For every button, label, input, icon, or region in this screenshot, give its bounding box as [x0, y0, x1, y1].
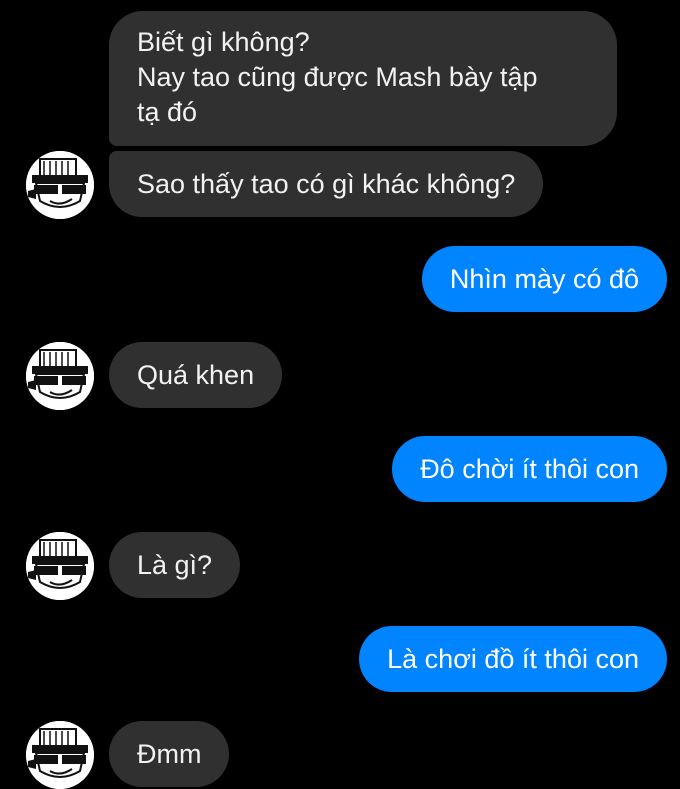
avatar-drawing [26, 342, 94, 410]
message-text-line: Nay tao cũng được Mash bày tập [137, 62, 538, 92]
outgoing-message-bubble[interactable]: Nhìn mày có đô [421, 246, 667, 312]
incoming-message-bubble[interactable]: Quá khen [109, 342, 283, 408]
message-text: Đô chời ít thôi con [420, 454, 639, 484]
message-text: Sao thấy tao có gì khác không? [137, 169, 516, 199]
contact-avatar-icon[interactable] [26, 342, 94, 410]
avatar-drawing [26, 721, 94, 789]
contact-avatar-icon[interactable] [26, 151, 94, 219]
message-text: Quá khen [137, 360, 255, 390]
incoming-message-bubble[interactable]: Là gì? [109, 532, 241, 598]
message-text-line: Biết gì không? [137, 27, 310, 57]
message-thread: Biết gì không? Nay tao cũng được Mash bà… [0, 0, 680, 789]
contact-avatar-icon[interactable] [26, 532, 94, 600]
message-text: Nhìn mày có đô [449, 264, 639, 294]
incoming-message-bubble[interactable]: Đmm [109, 721, 230, 787]
message-text: Là gì? [137, 550, 213, 580]
avatar-drawing [26, 151, 94, 219]
outgoing-message-bubble[interactable]: Là chơi đồ ít thôi con [359, 626, 667, 692]
incoming-message-bubble[interactable]: Sao thấy tao có gì khác không? [109, 151, 544, 217]
incoming-message-bubble[interactable]: Biết gì không? Nay tao cũng được Mash bà… [109, 11, 617, 146]
avatar-drawing [26, 532, 94, 600]
outgoing-message-bubble[interactable]: Đô chời ít thôi con [392, 436, 667, 502]
message-text-line: tạ đó [137, 97, 198, 127]
message-text: Là chơi đồ ít thôi con [387, 644, 639, 674]
message-text: Đmm [137, 739, 202, 769]
contact-avatar-icon[interactable] [26, 721, 94, 789]
